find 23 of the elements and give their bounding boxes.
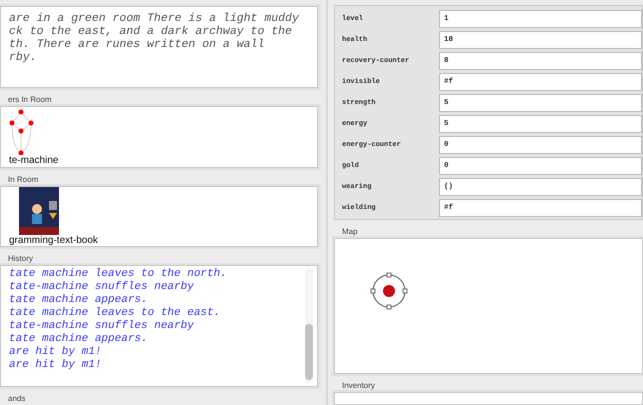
history-line: are hit by m1! (9, 346, 102, 359)
description-line: rby. (9, 51, 38, 64)
section-label: ands (7, 393, 26, 405)
section-label: Map (341, 226, 359, 238)
section-label: ers In Room (7, 94, 53, 106)
history-line: tate machine leaves to the east. (9, 307, 222, 320)
scrollbar-thumb[interactable] (305, 324, 313, 380)
history-line: tate machine appears. (9, 294, 149, 307)
history-line: tate-machine snuffles nearby (9, 320, 195, 333)
section-label: In Room (7, 174, 40, 186)
history-line: tate machine appears. (9, 333, 149, 346)
room-node-icon (369, 271, 409, 311)
item-name: gramming-text-book (9, 234, 98, 246)
history-line: tate machine leaves to the north. (9, 268, 228, 281)
section-label: History (7, 253, 34, 266)
description-line: th. There are runes written on a wall (9, 38, 266, 51)
description-line: ck to the east, and a dark archway to the (9, 25, 293, 38)
history-line: tate-machine snuffles nearby (9, 281, 195, 294)
character-name: te-machine (9, 154, 58, 166)
section-label: Inventory (341, 380, 376, 392)
book-cover-icon (19, 186, 59, 235)
description-line: are in a green room There is a light muddy (9, 12, 300, 25)
history-line: are hit by m1! (9, 359, 102, 372)
